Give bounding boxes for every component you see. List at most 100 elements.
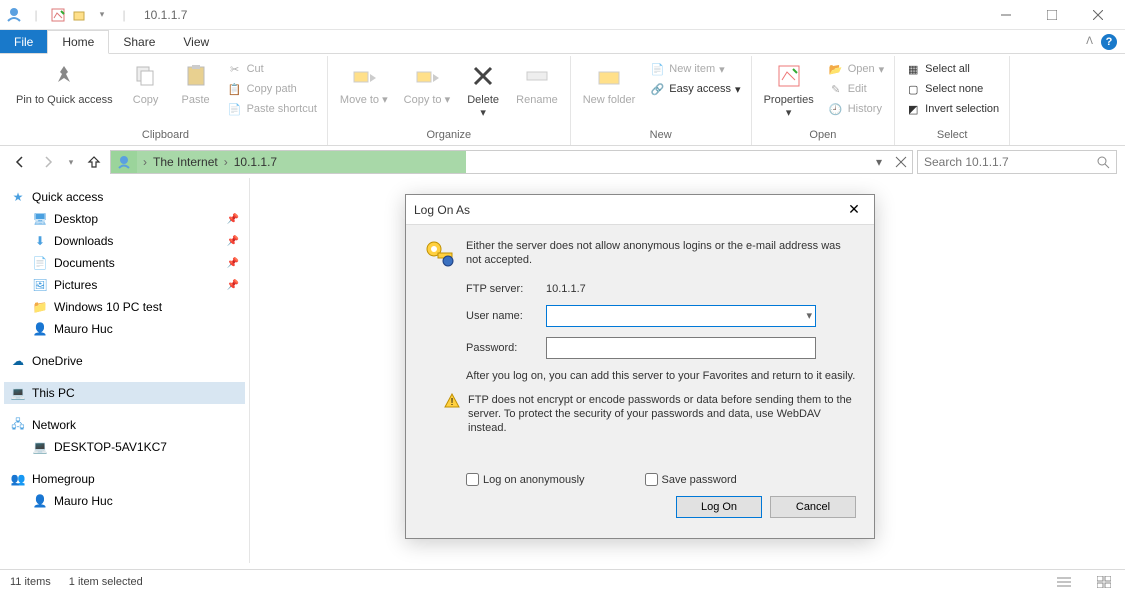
history-icon: 🕘 xyxy=(828,101,844,117)
collapse-ribbon-icon[interactable]: ᐱ xyxy=(1086,36,1093,47)
new-item-button[interactable]: 📄New item ▾ xyxy=(645,60,744,78)
search-box[interactable] xyxy=(917,150,1117,174)
new-folder-button[interactable]: New folder xyxy=(577,58,642,127)
search-icon[interactable] xyxy=(1096,155,1110,169)
tree-quick-access[interactable]: ★Quick access xyxy=(4,186,245,208)
paste-shortcut-button[interactable]: 📄Paste shortcut xyxy=(223,100,321,118)
tree-onedrive[interactable]: ☁OneDrive xyxy=(4,350,245,372)
history-button[interactable]: 🕘History xyxy=(824,100,888,118)
maximize-button[interactable] xyxy=(1029,0,1075,30)
tree-network[interactable]: 🖧Network xyxy=(4,414,245,436)
copy-path-button[interactable]: 📋Copy path xyxy=(223,80,321,98)
properties-button[interactable]: Properties▾ xyxy=(758,58,820,127)
folder-icon: 📁 xyxy=(32,299,48,315)
edit-icon: ✎ xyxy=(828,81,844,97)
folder-icon xyxy=(593,60,625,92)
help-icon[interactable]: ? xyxy=(1101,34,1117,50)
qat-dropdown-icon[interactable]: ▾ xyxy=(92,5,112,25)
edit-button[interactable]: ✎Edit xyxy=(824,80,888,98)
ftp-server-value: 10.1.1.7 xyxy=(546,283,586,295)
icons-view-button[interactable] xyxy=(1093,573,1115,591)
dialog-note: After you log on, you can add this serve… xyxy=(466,369,856,383)
dialog-message: Either the server does not allow anonymo… xyxy=(466,239,856,271)
anon-checkbox-label[interactable]: Log on anonymously xyxy=(466,473,585,486)
copy-to-button[interactable]: Copy to ▾ xyxy=(398,58,457,127)
anon-checkbox[interactable] xyxy=(466,473,479,486)
close-window-button[interactable] xyxy=(1075,0,1121,30)
onedrive-icon: ☁ xyxy=(10,353,26,369)
desktop-icon: 🖥 xyxy=(32,211,48,227)
nav-tree[interactable]: ★Quick access 🖥Desktop📌 ⬇Downloads📌 📄Doc… xyxy=(0,178,250,563)
savepw-checkbox-label[interactable]: Save password xyxy=(645,473,737,486)
bc-arrow-1[interactable]: › xyxy=(224,155,228,169)
dialog-close-button[interactable]: ✕ xyxy=(842,198,866,222)
group-label-new: New xyxy=(577,127,745,143)
pictures-icon: 🖼 xyxy=(32,277,48,293)
tree-thispc[interactable]: 💻This PC xyxy=(4,382,245,404)
qat-divider: | xyxy=(26,5,46,25)
logon-button[interactable]: Log On xyxy=(676,496,762,518)
details-view-button[interactable] xyxy=(1053,573,1075,591)
select-none-button[interactable]: ▢Select none xyxy=(901,80,1003,98)
bc-seg-internet[interactable]: The Internet xyxy=(153,155,218,169)
bc-seg-ip[interactable]: 10.1.1.7 xyxy=(234,155,277,169)
tree-downloads[interactable]: ⬇Downloads📌 xyxy=(4,230,245,252)
move-to-button[interactable]: Move to ▾ xyxy=(334,58,394,127)
tree-pictures[interactable]: 🖼Pictures📌 xyxy=(4,274,245,296)
svg-text:!: ! xyxy=(451,397,454,408)
tab-file[interactable]: File xyxy=(0,30,47,53)
copy-icon xyxy=(130,60,162,92)
app-icon xyxy=(4,5,24,25)
easy-access-icon: 🔗 xyxy=(649,81,665,97)
easy-access-button[interactable]: 🔗Easy access ▾ xyxy=(645,80,744,98)
paste-button[interactable]: Paste xyxy=(173,58,219,127)
qat-divider2: | xyxy=(114,5,134,25)
password-input[interactable] xyxy=(546,337,816,359)
rename-button[interactable]: Rename xyxy=(510,58,564,127)
pin-icon: 📌 xyxy=(227,280,239,291)
properties-qat-icon[interactable] xyxy=(48,5,68,25)
dialog-titlebar[interactable]: Log On As ✕ xyxy=(406,195,874,225)
bc-root-arrow[interactable]: › xyxy=(143,155,147,169)
group-label-open: Open xyxy=(758,127,889,143)
tree-documents[interactable]: 📄Documents📌 xyxy=(4,252,245,274)
group-label-organize: Organize xyxy=(334,127,564,143)
group-organize: Move to ▾ Copy to ▾ Delete▾ Rename Organ… xyxy=(328,56,571,145)
location-icon xyxy=(111,151,137,173)
delete-button[interactable]: Delete▾ xyxy=(460,58,506,127)
refresh-button[interactable] xyxy=(890,151,912,173)
address-bar[interactable]: › The Internet › 10.1.1.7 ▾ xyxy=(110,150,913,174)
forward-button[interactable] xyxy=(36,150,60,174)
tree-desktop[interactable]: 🖥Desktop📌 xyxy=(4,208,245,230)
savepw-checkbox[interactable] xyxy=(645,473,658,486)
cancel-button[interactable]: Cancel xyxy=(770,496,856,518)
open-button[interactable]: 📂Open ▾ xyxy=(824,60,888,78)
tree-win10[interactable]: 📁Windows 10 PC test xyxy=(4,296,245,318)
tree-homegroup[interactable]: 👥Homegroup xyxy=(4,468,245,490)
address-dropdown-icon[interactable]: ▾ xyxy=(868,151,890,173)
tab-share[interactable]: Share xyxy=(109,30,169,53)
minimize-button[interactable] xyxy=(983,0,1029,30)
group-select: ▦Select all ▢Select none ◩Invert selecti… xyxy=(895,56,1010,145)
new-folder-qat-icon[interactable] xyxy=(70,5,90,25)
search-input[interactable] xyxy=(924,155,1096,169)
tab-view[interactable]: View xyxy=(169,30,223,53)
navbar: ▾ › The Internet › 10.1.1.7 ▾ xyxy=(0,146,1125,178)
window-title: 10.1.1.7 xyxy=(144,8,187,22)
scissors-icon: ✂ xyxy=(227,61,243,77)
copy-button[interactable]: Copy xyxy=(123,58,169,127)
tree-mauro[interactable]: 👤Mauro Huc xyxy=(4,318,245,340)
select-all-button[interactable]: ▦Select all xyxy=(901,60,1003,78)
username-label: User name: xyxy=(466,310,546,322)
username-input[interactable] xyxy=(546,305,816,327)
invert-selection-button[interactable]: ◩Invert selection xyxy=(901,100,1003,118)
tab-home[interactable]: Home xyxy=(47,30,109,54)
up-button[interactable] xyxy=(82,150,106,174)
pin-quick-access-button[interactable]: Pin to Quick access xyxy=(10,58,119,127)
tree-mauro2[interactable]: 👤Mauro Huc xyxy=(4,490,245,512)
cut-button[interactable]: ✂Cut xyxy=(223,60,321,78)
group-label-clipboard: Clipboard xyxy=(10,127,321,143)
recent-locations-button[interactable]: ▾ xyxy=(64,150,78,174)
back-button[interactable] xyxy=(8,150,32,174)
tree-desktop-machine[interactable]: 💻DESKTOP-5AV1KC7 xyxy=(4,436,245,458)
